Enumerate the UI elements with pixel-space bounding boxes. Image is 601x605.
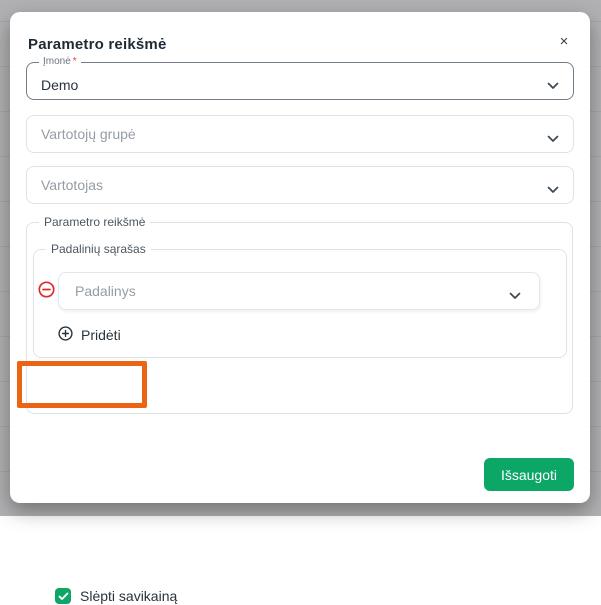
company-label: Įmonė* — [39, 56, 81, 68]
company-select[interactable]: Įmonė* Demo — [26, 62, 574, 100]
user-group-placeholder: Vartotojų grupė — [41, 126, 136, 142]
add-department-button[interactable]: Pridėti — [58, 324, 121, 346]
close-icon: × — [560, 33, 569, 50]
chevron-down-icon — [547, 130, 559, 138]
user-placeholder: Vartotojas — [41, 177, 103, 193]
department-placeholder: Padalinys — [75, 283, 136, 299]
department-select[interactable]: Padalinys — [58, 272, 540, 310]
parameter-value-modal: Parametro reikšmė × Įmonė* Demo Vartotoj… — [10, 12, 590, 503]
user-group-select[interactable]: Vartotojų grupė — [26, 115, 574, 153]
chevron-down-icon — [547, 77, 559, 85]
plus-circle-icon — [58, 326, 73, 344]
user-select[interactable]: Vartotojas — [26, 166, 574, 204]
chevron-down-icon — [509, 287, 521, 295]
checkbox-checked-icon[interactable] — [55, 588, 71, 604]
add-department-label: Pridėti — [81, 327, 121, 343]
close-button[interactable]: × — [554, 32, 574, 52]
parameter-value-legend: Parametro reikšmė — [39, 215, 150, 230]
modal-title: Parametro reikšmė — [28, 36, 166, 53]
remove-department-button[interactable] — [38, 281, 55, 298]
department-list-fieldset: Padalinių sąrašas Padalinys — [33, 249, 567, 358]
parameter-value-fieldset: Parametro reikšmė Padalinių sąrašas Pada… — [26, 222, 573, 414]
required-asterisk: * — [73, 56, 77, 67]
save-button[interactable]: Išsaugoti — [484, 458, 574, 491]
hide-cost-label: Slėpti savikainą — [80, 588, 177, 604]
department-list-legend: Padalinių sąrašas — [46, 242, 151, 257]
chevron-down-icon — [547, 181, 559, 189]
hide-cost-checkbox-row[interactable]: Slėpti savikainą — [55, 587, 177, 605]
company-value: Demo — [41, 69, 78, 93]
minus-circle-icon — [38, 286, 55, 301]
page-backdrop: Parametro reikšmė × Įmonė* Demo Vartotoj… — [0, 0, 601, 516]
